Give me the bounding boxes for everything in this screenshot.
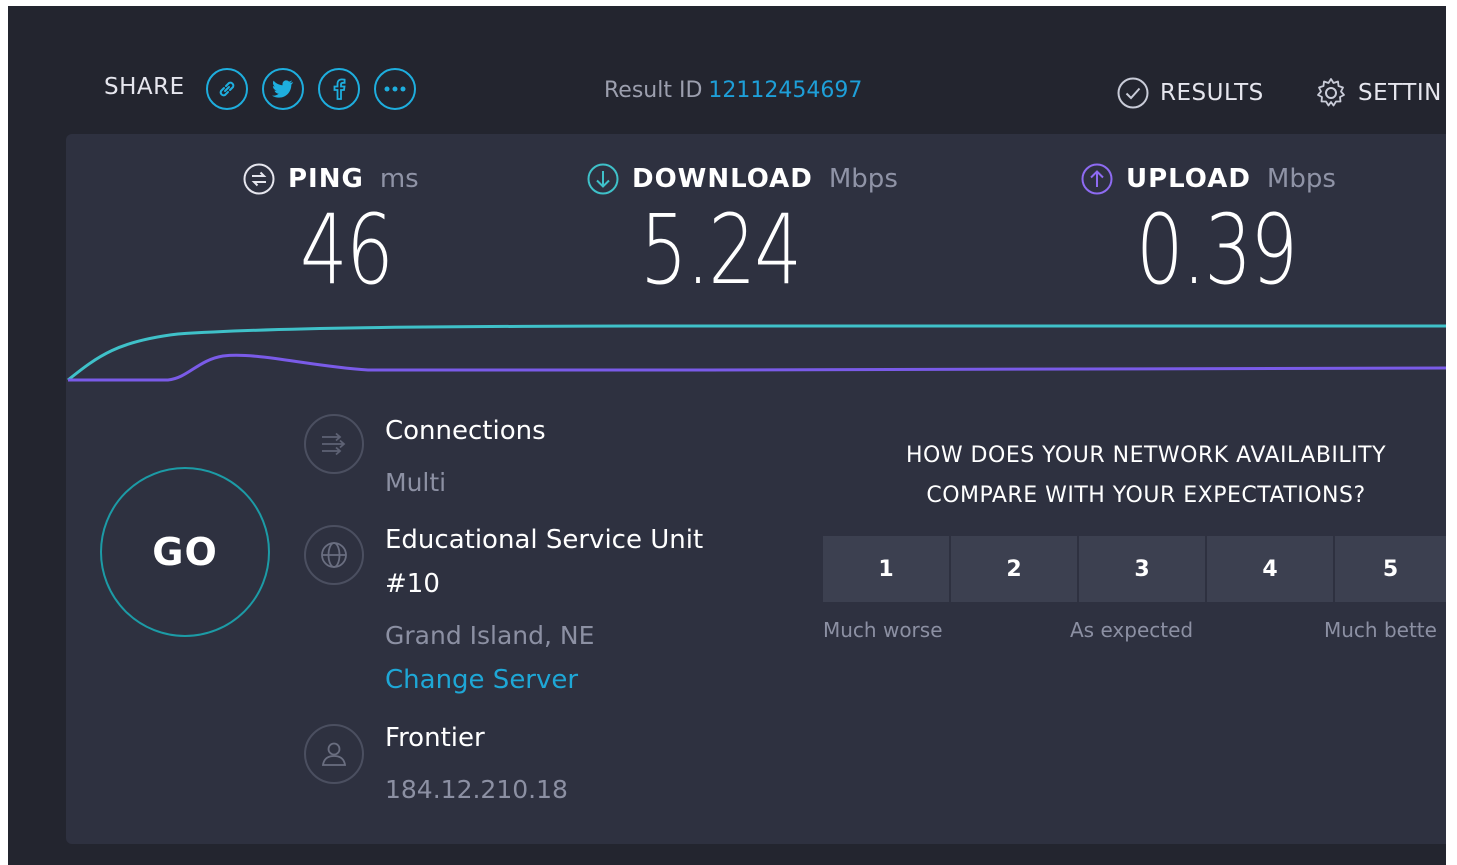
- change-server-link[interactable]: Change Server: [385, 665, 578, 695]
- connections-icon-wrap: [304, 414, 364, 474]
- survey-question: HOW DOES YOUR NETWORK AVAILABILITY COMPA…: [846, 436, 1446, 516]
- server-location: Grand Island, NE: [385, 621, 595, 650]
- rating-2-button[interactable]: 2: [951, 536, 1077, 602]
- go-button[interactable]: GO: [100, 467, 270, 637]
- user-icon: [321, 742, 347, 766]
- scale-label-mid: As expected: [1070, 618, 1194, 642]
- survey-question-line2: COMPARE WITH YOUR EXPECTATIONS?: [926, 483, 1366, 508]
- server-name: Educational Service Unit: [385, 525, 704, 555]
- rating-3-button[interactable]: 3: [1079, 536, 1205, 602]
- isp-icon-wrap: [304, 724, 364, 784]
- isp-ip: 184.12.210.18: [385, 775, 568, 804]
- server-name-line2: #10: [385, 569, 440, 599]
- server-icon-wrap: [304, 525, 364, 585]
- isp-name: Frontier: [385, 723, 485, 753]
- scale-label-low: Much worse: [823, 618, 943, 642]
- upload-graph-line: [68, 353, 1446, 382]
- rating-5-button[interactable]: 5: [1335, 536, 1446, 602]
- download-graph-line: [67, 324, 1446, 382]
- connections-title: Connections: [385, 416, 546, 446]
- globe-icon: [321, 542, 347, 568]
- survey-question-line1: HOW DOES YOUR NETWORK AVAILABILITY: [905, 443, 1387, 468]
- speedtest-frame: SHARE Result ID 12112454697 RESULTS SETT…: [8, 6, 1446, 865]
- go-label: GO: [152, 530, 218, 574]
- connections-icon: [322, 432, 346, 456]
- rating-1-button[interactable]: 1: [823, 536, 949, 602]
- scale-label-high: Much bette: [1324, 618, 1437, 642]
- connections-value: Multi: [385, 468, 447, 497]
- rating-4-button[interactable]: 4: [1207, 536, 1333, 602]
